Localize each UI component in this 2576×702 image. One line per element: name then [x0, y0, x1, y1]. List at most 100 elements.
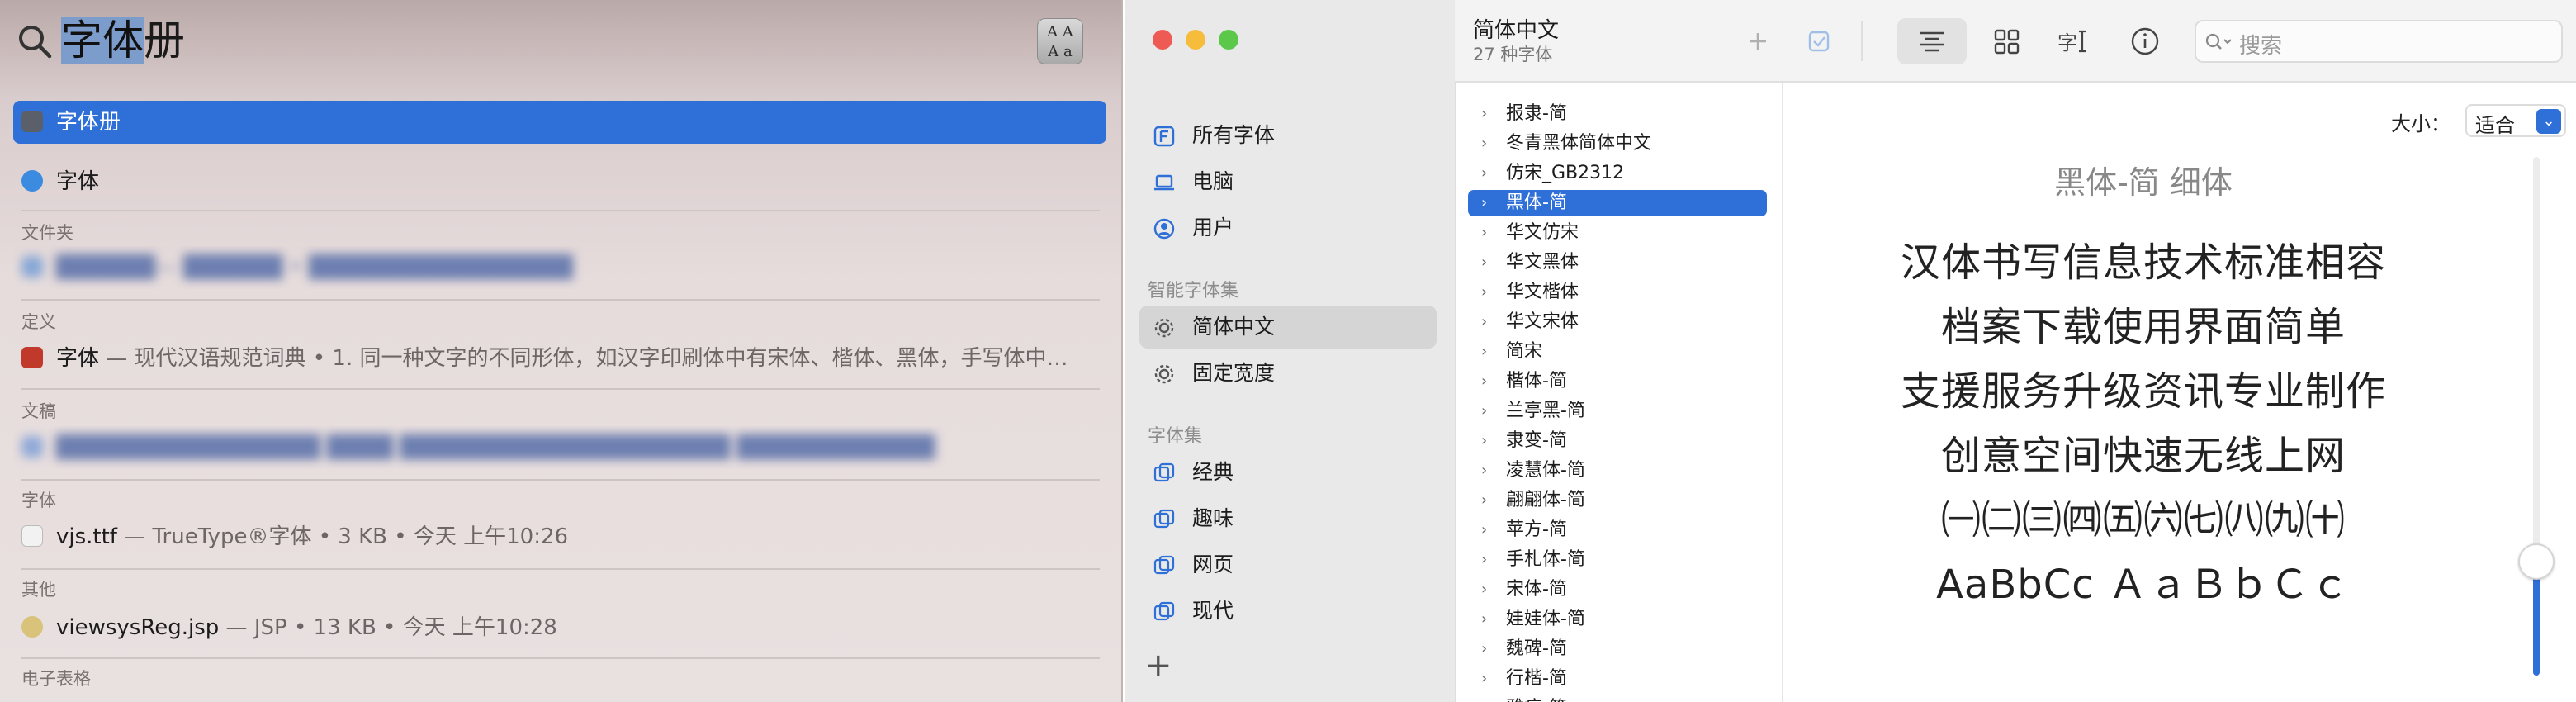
- font-list-item[interactable]: › 华文仿宋: [1468, 220, 1767, 246]
- chevron-right-icon[interactable]: ›: [1481, 249, 1496, 276]
- chevron-right-icon[interactable]: ›: [1481, 309, 1496, 335]
- sidebar-item-classic[interactable]: 经典: [1139, 451, 1437, 494]
- size-slider-knob[interactable]: [2518, 543, 2555, 580]
- spotlight-result-font-file[interactable]: vjs.ttf — TrueType®字体 • 3 KB • 今天 上午10:2…: [13, 515, 1106, 558]
- divider: [21, 657, 1100, 659]
- font-list-item[interactable]: › 行楷-简: [1468, 666, 1767, 692]
- sidebar-item-label: 电脑: [1192, 169, 1234, 193]
- chevron-right-icon[interactable]: ›: [1481, 428, 1496, 454]
- add-font-button[interactable]: [1737, 18, 1778, 64]
- result-title: viewsysReg.jsp — JSP • 13 KB • 今天 上午10:2…: [56, 615, 557, 640]
- chevron-right-icon[interactable]: ›: [1481, 279, 1496, 306]
- font-list-item[interactable]: › 楷体-简: [1468, 368, 1767, 395]
- chevron-right-icon[interactable]: ›: [1481, 636, 1496, 662]
- chevron-right-icon[interactable]: ›: [1481, 606, 1496, 633]
- spotlight-search-bar[interactable]: 字体册 A AA a: [0, 0, 1123, 83]
- collection-icon: [1153, 462, 1175, 482]
- spotlight-result-folder[interactable]: ██████— ██████ • ████████████████: [13, 246, 1106, 289]
- sidebar-item-label: 简体中文: [1192, 315, 1276, 339]
- font-list-item[interactable]: › 苹方-简: [1468, 517, 1767, 543]
- font-list-item[interactable]: › 报隶-简: [1468, 101, 1767, 127]
- font-list-item[interactable]: › 翩翩体-简: [1468, 487, 1767, 514]
- search-placeholder: 搜索: [2239, 34, 2283, 59]
- chevron-right-icon[interactable]: ›: [1481, 190, 1496, 216]
- chevron-right-icon[interactable]: ›: [1481, 160, 1496, 187]
- font-list-item[interactable]: › 简宋: [1468, 339, 1767, 365]
- font-list-item[interactable]: › 仿宋_GB2312: [1468, 160, 1767, 187]
- font-list-item[interactable]: › 雅痞-简: [1468, 695, 1767, 702]
- chevron-right-icon[interactable]: ›: [1481, 666, 1496, 692]
- size-label: 大小：: [2391, 112, 2451, 135]
- spotlight-query[interactable]: 字体册: [61, 13, 185, 68]
- font-list-item-label: 兰亭黑-简: [1506, 401, 1585, 421]
- font-count: 27 种字体: [1473, 45, 1553, 64]
- sidebar-item-fun[interactable]: 趣味: [1139, 497, 1437, 540]
- svg-text:字: 字: [2057, 31, 2077, 55]
- info-button[interactable]: [2122, 18, 2168, 64]
- sidebar-item-computer[interactable]: 电脑: [1139, 160, 1437, 203]
- sidebar-item-user[interactable]: 用户: [1139, 206, 1437, 249]
- result-title: ██████— ██████ • ████████████████: [56, 255, 574, 280]
- font-list-item[interactable]: › 宋体-简: [1468, 576, 1767, 603]
- spotlight-result-font[interactable]: 字体: [13, 160, 1106, 203]
- result-title: vjs.ttf — TrueType®字体 • 3 KB • 今天 上午10:2…: [56, 524, 569, 549]
- font-list-item[interactable]: › 黑体-简: [1468, 190, 1767, 216]
- font-list-item[interactable]: › 凌慧体-简: [1468, 458, 1767, 484]
- chevron-right-icon[interactable]: ›: [1481, 576, 1496, 603]
- spotlight-top-hit[interactable]: 字体册: [13, 101, 1106, 144]
- divider: [21, 210, 1100, 211]
- font-list-item-label: 楷体-简: [1506, 371, 1567, 391]
- zoom-window-button[interactable]: [1219, 30, 1238, 50]
- minimize-window-button[interactable]: [1186, 30, 1205, 50]
- sidebar-item-all-fonts[interactable]: 所有字体: [1139, 114, 1437, 157]
- sidebar-item-web[interactable]: 网页: [1139, 543, 1437, 586]
- sidebar-item-simplified-chinese[interactable]: 简体中文: [1139, 306, 1437, 349]
- sidebar-item-modern[interactable]: 现代: [1139, 590, 1437, 633]
- search-field[interactable]: 搜索: [2195, 20, 2563, 63]
- view-grid-button[interactable]: [1983, 18, 2029, 64]
- window-title: 简体中文: [1473, 18, 1560, 43]
- font-list-item[interactable]: › 华文楷体: [1468, 279, 1767, 306]
- section-header-definition: 定义: [21, 312, 56, 332]
- font-list: › 报隶-简 › 冬青黑体简体中文 › 仿宋_GB2312 › 黑体-简 › 华文仿宋 › 华文黑体 ›…: [1455, 83, 1783, 702]
- section-header-spreadsheets: 电子表格: [21, 669, 91, 689]
- font-list-item[interactable]: › 冬青黑体简体中文: [1468, 130, 1767, 157]
- checkbox-icon: [1808, 31, 1830, 52]
- chevron-right-icon[interactable]: ›: [1481, 130, 1496, 157]
- chevron-right-icon[interactable]: ›: [1481, 487, 1496, 514]
- chevron-right-icon[interactable]: ›: [1481, 368, 1496, 395]
- font-list-item[interactable]: › 娃娃体-简: [1468, 606, 1767, 633]
- chevron-right-icon[interactable]: ›: [1481, 101, 1496, 127]
- chevron-right-icon[interactable]: ›: [1481, 398, 1496, 425]
- spotlight-result-definition[interactable]: 字体 — 现代汉语规范词典 • 1. 同一种文字的不同形体，如汉字印刷体中有宋体…: [13, 337, 1106, 380]
- view-sample-button[interactable]: 字: [2048, 18, 2094, 64]
- validate-font-button[interactable]: [1798, 18, 1840, 64]
- spotlight-result-document[interactable]: ████████████████ ████ ██████████████████…: [13, 426, 1106, 469]
- font-list-item-label: 黑体-简: [1506, 192, 1567, 213]
- font-list-item[interactable]: › 华文黑体: [1468, 249, 1767, 276]
- size-select[interactable]: 适合 ⌄: [2465, 104, 2566, 137]
- add-collection-button[interactable]: +: [1144, 649, 1172, 682]
- font-list-item[interactable]: › 隶变-简: [1468, 428, 1767, 454]
- section-header-fonts: 字体: [21, 491, 56, 510]
- chevron-right-icon[interactable]: ›: [1481, 220, 1496, 246]
- font-list-item[interactable]: › 手札体-简: [1468, 547, 1767, 573]
- sidebar-item-fixed-width[interactable]: 固定宽度: [1139, 352, 1437, 395]
- font-list-item[interactable]: › 华文宋体: [1468, 309, 1767, 335]
- preview-sample-line: ㈠㈡㈢㈣㈤㈥㈦㈧㈨㈩: [1940, 497, 2346, 543]
- font-list-item-label: 娃娃体-简: [1506, 609, 1585, 629]
- chevron-right-icon[interactable]: ›: [1481, 547, 1496, 573]
- font-list-item[interactable]: › 魏碑-简: [1468, 636, 1767, 662]
- chevron-right-icon[interactable]: ›: [1481, 517, 1496, 543]
- chevron-right-icon[interactable]: ›: [1481, 339, 1496, 365]
- font-list-item[interactable]: › 兰亭黑-简: [1468, 398, 1767, 425]
- close-window-button[interactable]: [1153, 30, 1172, 50]
- sidebar-item-label: 现代: [1192, 599, 1234, 623]
- chevron-right-icon[interactable]: ›: [1481, 458, 1496, 484]
- chevron-right-icon[interactable]: ›: [1481, 695, 1496, 702]
- view-list-button[interactable]: [1897, 18, 1967, 64]
- spotlight-result-other[interactable]: viewsysReg.jsp — JSP • 13 KB • 今天 上午10:2…: [13, 606, 1106, 649]
- preview-sample-line: 创意空间快速无线上网: [1940, 433, 2346, 479]
- sidebar-item-label: 用户: [1192, 216, 1234, 240]
- spotlight-query-rest: 册: [144, 17, 185, 64]
